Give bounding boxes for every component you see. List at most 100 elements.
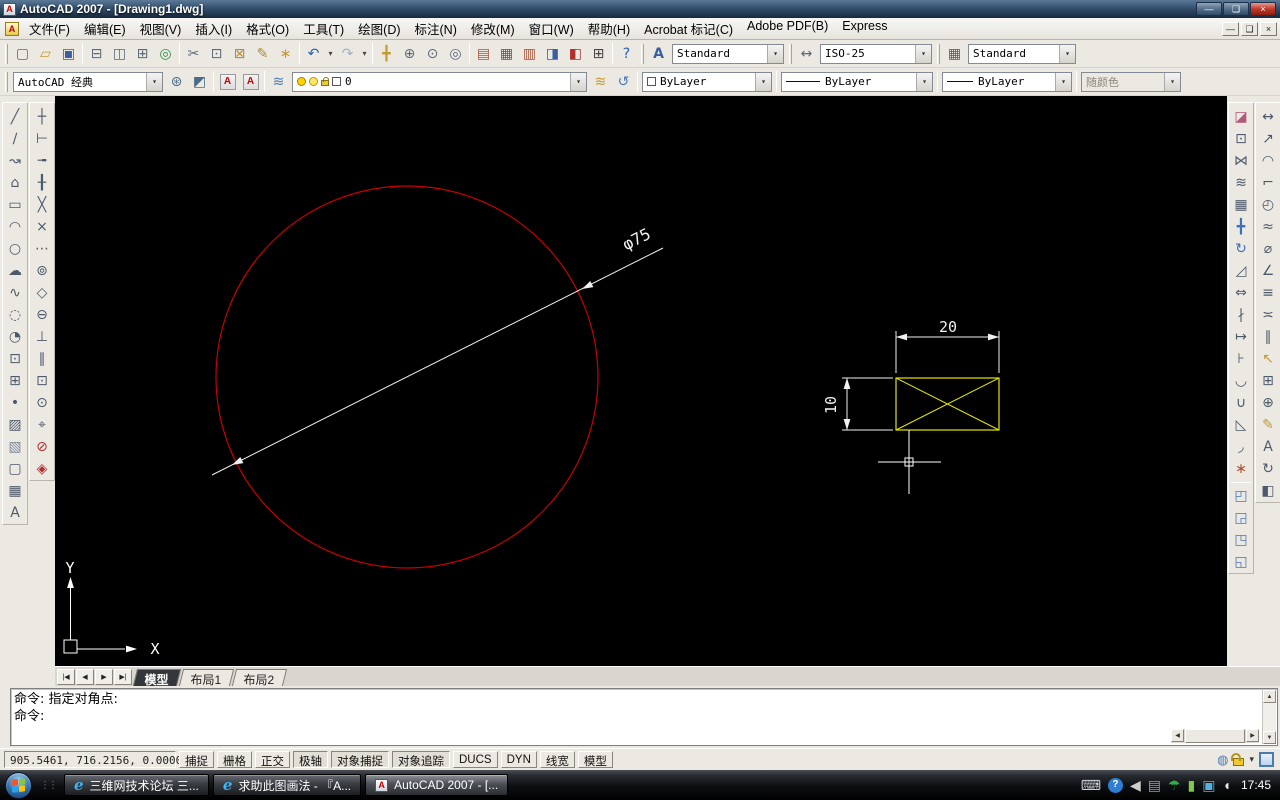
lineweight-control-combo[interactable]: ByLayer ▾ [942,71,1072,92]
send-to-back-button[interactable]: ◲ [1230,507,1252,529]
status-toggle-grid[interactable]: 栅格 [217,751,252,768]
mdi-restore-button[interactable]: ❑ [1241,21,1258,36]
status-toggle-ortho[interactable]: 正交 [255,751,290,768]
help-button[interactable]: ? [615,42,638,65]
rectangle-button[interactable]: ▭ [4,194,26,216]
layer-combo[interactable]: 0 ▾ [292,71,587,92]
snap-to-nearest-button[interactable]: ⌖ [31,414,53,436]
communication-center-icon[interactable]: ◍ [1217,753,1228,766]
toolbar-grip[interactable] [5,43,8,64]
tray-collapse-arrow-icon[interactable]: ◀ [1130,778,1141,792]
command-history[interactable]: 命令: 指定对角点: 命令: ▲ ▼ ◀ ▶ [10,688,1278,746]
make-objects-layer-current-button[interactable]: ≋ [589,70,612,93]
snap-to-midpoint-button[interactable]: ╂ [31,172,53,194]
scroll-left-icon[interactable]: ◀ [1171,729,1184,742]
combo-dropdown-icon[interactable]: ▾ [755,72,771,91]
circle-button[interactable]: ○ [4,238,26,260]
send-under-objects-button[interactable]: ◱ [1230,551,1252,573]
drawing-file-icon[interactable]: A [5,21,19,36]
status-toggle-ducs[interactable]: DUCS [453,751,498,768]
explode-button[interactable]: ∗ [1230,458,1252,480]
dimension-update-button[interactable]: ↻ [1257,458,1279,480]
copy-object-button[interactable]: ⊡ [1230,128,1252,150]
quick-leader-button[interactable]: ↖ [1257,348,1279,370]
tool-palettes-button[interactable]: ▥ [518,42,541,65]
menu-item-9[interactable]: 修改(M) [464,16,522,41]
paste-button[interactable]: ⊠ [228,42,251,65]
quick-launch-grip[interactable]: ⋮⋮ [40,780,58,791]
menu-item-5[interactable]: 格式(O) [239,16,296,41]
chamfer-button[interactable]: ◺ [1230,414,1252,436]
color-control-combo[interactable]: ByLayer ▾ [642,71,772,92]
snap-to-quadrant-button[interactable]: ◇ [31,282,53,304]
dim-style-combo[interactable]: ISO-25 ▾ [820,43,932,64]
command-window[interactable]: 命令: 指定对角点: 命令: ▲ ▼ ◀ ▶ [0,686,1280,748]
drawing-canvas[interactable]: φ75 20 10 X Y [55,96,1227,666]
diameter-dimension-button[interactable]: ⌀ [1257,238,1279,260]
layer-freeze-icon[interactable] [309,77,318,86]
spline-button[interactable]: ∿ [4,282,26,304]
combo-dropdown-icon[interactable]: ▾ [146,72,162,91]
copy-button[interactable]: ⊡ [205,42,228,65]
bring-to-front-button[interactable]: ◰ [1230,485,1252,507]
aligned-dimension-button[interactable]: ↗ [1257,128,1279,150]
combo-dropdown-icon[interactable]: ▾ [1059,44,1075,63]
polyline-button[interactable]: ↝ [4,150,26,172]
tab-nav-4-button[interactable]: ▶| [114,669,132,685]
scrollbar-thumb[interactable] [1185,729,1245,743]
combo-dropdown-icon[interactable]: ▾ [1055,72,1071,91]
redo-dropdown-button[interactable]: ▾ [359,42,370,65]
zoom-previous-button[interactable]: ◎ [444,42,467,65]
break-button[interactable]: ◡ [1230,370,1252,392]
menu-item-10[interactable]: 窗口(W) [522,16,581,41]
menu-item-6[interactable]: 工具(T) [296,16,351,41]
extend-button[interactable]: ↦ [1230,326,1252,348]
stretch-button[interactable]: ⇔ [1230,282,1252,304]
convert-to-pdf-button[interactable]: A [216,70,239,93]
menu-item-13[interactable]: Adobe PDF(B) [740,16,835,41]
combo-dropdown-icon[interactable]: ▾ [916,72,932,91]
minimize-button[interactable]: — [1196,2,1222,16]
layer-color-swatch[interactable] [332,77,341,86]
snap-to-none-button[interactable]: ⊘ [31,436,53,458]
tray-network-icon[interactable]: ▣ [1202,778,1215,792]
center-mark-button[interactable]: ⊕ [1257,392,1279,414]
arc-length-dimension-button[interactable]: ◠ [1257,150,1279,172]
snap-to-intersection-button[interactable]: ╳ [31,194,53,216]
menu-item-7[interactable]: 绘图(D) [351,16,407,41]
designcenter-button[interactable]: ▦ [495,42,518,65]
combo-dropdown-icon[interactable]: ▾ [915,44,931,63]
bring-above-objects-button[interactable]: ◳ [1230,529,1252,551]
mdi-close-button[interactable]: × [1260,21,1277,36]
taskbar-clock[interactable]: 17:45 [1241,778,1271,792]
save-file-button[interactable]: ▣ [57,42,80,65]
snap-to-center-button[interactable]: ⊚ [31,260,53,282]
tab-nav-1-button[interactable]: |◀ [57,669,75,685]
zoom-realtime-button[interactable]: ⊕ [398,42,421,65]
status-toggle-otrack[interactable]: 对象追踪 [392,751,450,768]
snap-to-endpoint-button[interactable]: ╼ [31,150,53,172]
tab-layout1[interactable]: 布局1 [178,669,234,687]
dimension-style-button[interactable]: ◧ [1257,480,1279,502]
fillet-button[interactable]: ◞ [1230,436,1252,458]
scroll-right-icon[interactable]: ▶ [1246,729,1259,742]
convert-to-pdf-and-email-button[interactable]: A [239,70,262,93]
mdi-minimize-button[interactable]: — [1222,21,1239,36]
insert-block-button[interactable]: ⊡ [4,348,26,370]
polygon-button[interactable]: ⌂ [4,172,26,194]
continue-dimension-button[interactable]: ∥ [1257,326,1279,348]
construction-line-button[interactable]: ∕ [4,128,26,150]
make-block-button[interactable]: ⊞ [4,370,26,392]
menu-item-1[interactable]: 文件(F) [22,16,77,41]
coordinate-display[interactable]: 905.5461, 716.2156, 0.0000 [4,751,182,768]
plot-preview-button[interactable]: ◫ [108,42,131,65]
workspace-settings-button[interactable]: ⊛ [165,70,188,93]
sheet-set-manager-button[interactable]: ◨ [541,42,564,65]
linear-dimension-button[interactable]: ↔ [1257,106,1279,128]
taskbar-task-1[interactable]: e 三维网技术论坛 三... [64,774,209,796]
publish-button[interactable]: ⊞ [131,42,154,65]
snap-to-parallel-button[interactable]: ∥ [31,348,53,370]
text-style-button[interactable]: A [647,42,670,65]
tab-nav-2-button[interactable]: ◀ [76,669,94,685]
rotate-button[interactable]: ↻ [1230,238,1252,260]
